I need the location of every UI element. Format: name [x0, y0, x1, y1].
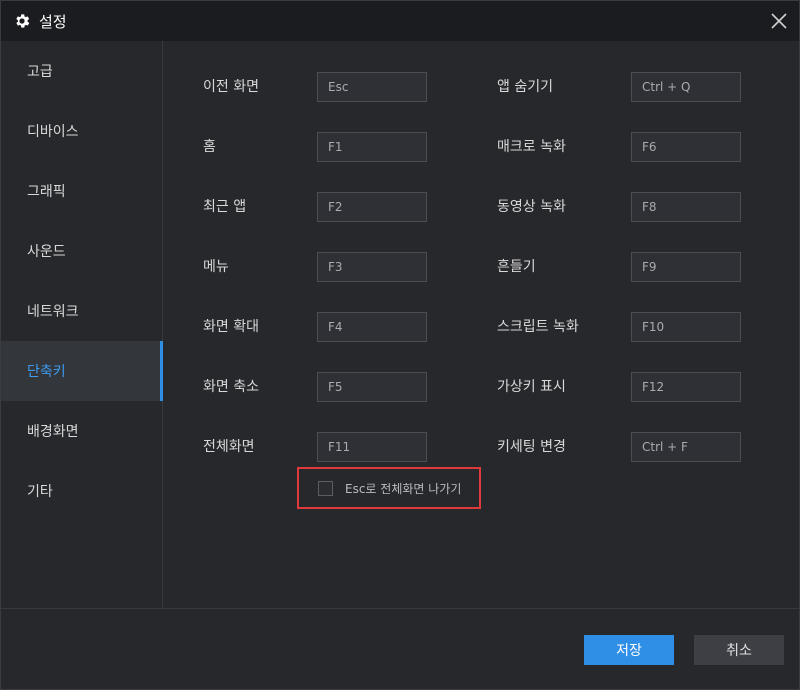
- shortcut-label: 매크로 녹화: [497, 139, 566, 155]
- shortcut-key-field[interactable]: F10: [631, 312, 741, 342]
- shortcut-label: 동영상 녹화: [497, 199, 566, 215]
- title-bar: 설정: [1, 1, 799, 41]
- fullscreen-exit-label: Esc로 전체화면 나가기: [345, 481, 462, 496]
- fullscreen-exit-checkbox[interactable]: [318, 480, 333, 496]
- shortcut-key-field[interactable]: F11: [317, 432, 427, 462]
- sidebar-item-label: 네트워크: [27, 304, 79, 320]
- shortcut-key-field[interactable]: F8: [631, 192, 741, 222]
- shortcut-key-field[interactable]: F1: [317, 132, 427, 162]
- fullscreen-exit-option: Esc로 전체화면 나가기: [297, 467, 481, 509]
- window-title: 설정: [39, 12, 67, 31]
- settings-sidebar: 고급 디바이스 그래픽 사운드 네트워크 단축키 배경화면 기타: [1, 41, 163, 608]
- shortcut-label: 흔들기: [497, 259, 536, 275]
- sidebar-item-wallpaper[interactable]: 배경화면: [1, 401, 162, 461]
- cancel-button[interactable]: 취소: [694, 635, 784, 665]
- shortcut-label: 전체화면: [203, 439, 255, 455]
- settings-window: 설정 고급 디바이스 그래픽 사운드 네트워크 단축키 배경화면 기타 이전 화…: [0, 0, 800, 690]
- shortcut-label: 화면 확대: [203, 319, 259, 335]
- sidebar-item-label: 그래픽: [27, 184, 66, 200]
- shortcut-label: 가상키 표시: [497, 379, 566, 395]
- shortcut-label: 홈: [203, 139, 216, 155]
- close-icon[interactable]: [769, 11, 789, 31]
- shortcuts-panel: 이전 화면 Esc 홈 F1 최근 앱 F2 메뉴 F3 화면 확대 F4 화면…: [163, 41, 799, 608]
- sidebar-item-network[interactable]: 네트워크: [1, 281, 162, 341]
- sidebar-item-label: 디바이스: [27, 124, 79, 140]
- shortcut-label: 메뉴: [203, 259, 229, 275]
- shortcut-key-field[interactable]: Esc: [317, 72, 427, 102]
- shortcut-key-field[interactable]: F9: [631, 252, 741, 282]
- sidebar-item-other[interactable]: 기타: [1, 461, 162, 521]
- shortcut-label: 화면 축소: [203, 379, 259, 395]
- sidebar-item-graphics[interactable]: 그래픽: [1, 161, 162, 221]
- shortcut-key-field[interactable]: F5: [317, 372, 427, 402]
- shortcut-key-field[interactable]: F2: [317, 192, 427, 222]
- sidebar-item-advanced[interactable]: 고급: [1, 41, 162, 101]
- save-button[interactable]: 저장: [584, 635, 674, 665]
- sidebar-item-label: 고급: [27, 64, 53, 80]
- shortcut-key-field[interactable]: Ctrl + Q: [631, 72, 741, 102]
- shortcut-label: 앱 숨기기: [497, 79, 553, 95]
- shortcut-label: 스크립트 녹화: [497, 319, 579, 335]
- shortcut-key-field[interactable]: Ctrl + F: [631, 432, 741, 462]
- shortcut-key-field[interactable]: F6: [631, 132, 741, 162]
- shortcut-label: 최근 앱: [203, 199, 247, 215]
- sidebar-item-label: 기타: [27, 484, 53, 500]
- shortcut-key-field[interactable]: F4: [317, 312, 427, 342]
- dialog-footer: 저장 취소: [1, 608, 799, 689]
- sidebar-item-shortcuts[interactable]: 단축키: [1, 341, 163, 401]
- sidebar-item-device[interactable]: 디바이스: [1, 101, 162, 161]
- gear-icon: [16, 14, 30, 28]
- shortcut-label: 이전 화면: [203, 79, 259, 95]
- sidebar-item-sound[interactable]: 사운드: [1, 221, 162, 281]
- sidebar-item-label: 사운드: [27, 244, 66, 260]
- sidebar-item-label: 단축키: [27, 364, 66, 380]
- shortcut-label: 키세팅 변경: [497, 439, 566, 455]
- shortcut-key-field[interactable]: F3: [317, 252, 427, 282]
- sidebar-item-label: 배경화면: [27, 424, 79, 440]
- shortcut-key-field[interactable]: F12: [631, 372, 741, 402]
